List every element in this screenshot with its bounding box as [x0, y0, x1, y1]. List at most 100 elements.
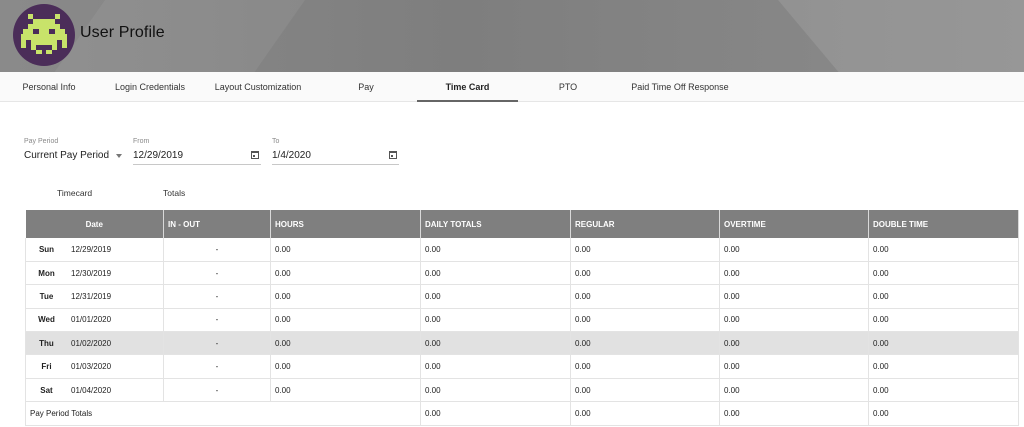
overtime-cell: 0.00: [719, 261, 869, 286]
header-decoration: [769, 0, 1024, 72]
overtime-cell: 0.00: [719, 331, 869, 356]
hours-cell: 0.00: [270, 238, 421, 262]
daily-totals-cell: 0.00: [420, 284, 571, 309]
from-date-value: 12/29/2019: [133, 150, 184, 161]
table-row[interactable]: Tue 12/31/2019 - 0.00 0.00 0.00 0.00 0.00: [25, 284, 1019, 309]
tab-personal-info[interactable]: Personal Info: [18, 72, 80, 102]
table-row[interactable]: Sat 01/04/2020 - 0.00 0.00 0.00 0.00 0.00: [25, 378, 1019, 403]
hours-cell: 0.00: [270, 331, 421, 356]
date-value: 01/04/2020: [71, 385, 112, 395]
regular-cell: 0.00: [570, 238, 720, 262]
pay-period-select[interactable]: Current Pay Period: [24, 149, 124, 165]
in-out-cell: -: [163, 261, 271, 286]
avatar[interactable]: [13, 4, 75, 66]
overtime-cell: 0.00: [719, 308, 869, 333]
tab-paid-time-off-response[interactable]: Paid Time Off Response: [626, 72, 734, 102]
double-time-cell: 0.00: [868, 331, 1019, 356]
daily-totals-cell: 0.00: [420, 308, 571, 333]
regular-cell: 0.00: [570, 261, 720, 286]
pay-period-value: Current Pay Period: [24, 150, 110, 161]
regular-cell: 0.00: [570, 378, 720, 403]
column-header-double-time[interactable]: DOUBLE TIME: [868, 210, 1019, 238]
date-value: 12/29/2019: [71, 244, 112, 254]
totals-overtime-cell: 0.00: [719, 401, 869, 426]
tab-login-credentials[interactable]: Login Credentials: [110, 72, 190, 102]
column-header-hours[interactable]: HOURS: [270, 210, 421, 238]
totals-daily-totals-cell: 0.00: [420, 401, 571, 426]
day-name: Wed: [38, 315, 55, 325]
regular-cell: 0.00: [570, 354, 720, 379]
column-header-daily-totals[interactable]: DAILY TOTALS: [420, 210, 571, 238]
tab-layout-customization[interactable]: Layout Customization: [210, 72, 306, 102]
profile-header: User Profile: [0, 0, 1024, 72]
daily-totals-cell: 0.00: [420, 354, 571, 379]
date-cell: Thu 01/02/2020: [25, 331, 164, 356]
in-out-cell: -: [163, 378, 271, 403]
day-name: Tue: [39, 291, 54, 301]
date-value: 01/01/2020: [71, 315, 112, 325]
table-row[interactable]: Fri 01/03/2020 - 0.00 0.00 0.00 0.00 0.00: [25, 354, 1019, 379]
day-name: Fri: [41, 362, 52, 372]
table-row-highlighted[interactable]: Thu 01/02/2020 - 0.00 0.00 0.00 0.00 0.00: [25, 331, 1019, 356]
table-row[interactable]: Wed 01/01/2020 - 0.00 0.00 0.00 0.00 0.00: [25, 308, 1019, 333]
double-time-cell: 0.00: [868, 261, 1019, 286]
table-header-row: Date IN - OUT HOURS DAILY TOTALS REGULAR…: [25, 210, 1019, 238]
column-header-in-out[interactable]: IN - OUT: [163, 210, 271, 238]
in-out-cell: -: [163, 238, 271, 262]
daily-totals-cell: 0.00: [420, 331, 571, 356]
daily-totals-cell: 0.00: [420, 261, 571, 286]
space-invader-icon: [21, 14, 67, 54]
hours-cell: 0.00: [270, 354, 421, 379]
hours-cell: 0.00: [270, 261, 421, 286]
day-name: Mon: [38, 268, 55, 278]
page-title: User Profile: [80, 24, 165, 41]
double-time-cell: 0.00: [868, 308, 1019, 333]
calendar-icon[interactable]: [389, 151, 397, 159]
tab-time-card[interactable]: Time Card: [417, 72, 518, 102]
hours-cell: 0.00: [270, 378, 421, 403]
table-row[interactable]: Mon 12/30/2019 - 0.00 0.00 0.00 0.00 0.00: [25, 261, 1019, 286]
in-out-cell: -: [163, 331, 271, 356]
day-name: Thu: [39, 338, 54, 348]
overtime-cell: 0.00: [719, 354, 869, 379]
totals-double-time-cell: 0.00: [868, 401, 1019, 426]
double-time-cell: 0.00: [868, 238, 1019, 262]
subtab-timecard[interactable]: Timecard: [57, 188, 92, 198]
double-time-cell: 0.00: [868, 354, 1019, 379]
to-date-field[interactable]: 1/4/2020: [272, 149, 399, 165]
tab-pay[interactable]: Pay: [345, 72, 387, 102]
from-date-field[interactable]: 12/29/2019: [133, 149, 261, 165]
hours-cell: 0.00: [270, 308, 421, 333]
hours-cell: 0.00: [270, 284, 421, 309]
date-value: 01/02/2020: [71, 338, 112, 348]
in-out-cell: -: [163, 284, 271, 309]
date-cell: Wed 01/01/2020: [25, 308, 164, 333]
pay-period-label: Pay Period: [24, 138, 59, 145]
regular-cell: 0.00: [570, 284, 720, 309]
profile-tabs: Personal Info Login Credentials Layout C…: [0, 72, 1024, 102]
date-cell: Sat 01/04/2020: [25, 378, 164, 403]
in-out-cell: -: [163, 308, 271, 333]
subtab-totals[interactable]: Totals: [163, 188, 185, 198]
double-time-cell: 0.00: [868, 378, 1019, 403]
column-header-date[interactable]: Date: [25, 210, 164, 238]
date-cell: Sun 12/29/2019: [25, 238, 164, 262]
in-out-cell: -: [163, 354, 271, 379]
calendar-icon[interactable]: [251, 151, 259, 159]
date-value: 01/03/2020: [71, 362, 112, 372]
table-row[interactable]: Sun 12/29/2019 - 0.00 0.00 0.00 0.00 0.00: [25, 238, 1019, 262]
date-value: 12/31/2019: [71, 291, 112, 301]
tab-pto[interactable]: PTO: [548, 72, 588, 102]
day-name: Sat: [40, 385, 53, 395]
column-header-overtime[interactable]: OVERTIME: [719, 210, 869, 238]
to-date-value: 1/4/2020: [272, 150, 311, 161]
regular-cell: 0.00: [570, 331, 720, 356]
date-value: 12/30/2019: [71, 268, 112, 278]
daily-totals-cell: 0.00: [420, 238, 571, 262]
totals-row: Pay Period Totals 0.00 0.00 0.00 0.00: [25, 401, 1019, 426]
regular-cell: 0.00: [570, 308, 720, 333]
date-cell: Mon 12/30/2019: [25, 261, 164, 286]
timecard-table: Date IN - OUT HOURS DAILY TOTALS REGULAR…: [25, 210, 1019, 426]
column-header-regular[interactable]: REGULAR: [570, 210, 720, 238]
daily-totals-cell: 0.00: [420, 378, 571, 403]
